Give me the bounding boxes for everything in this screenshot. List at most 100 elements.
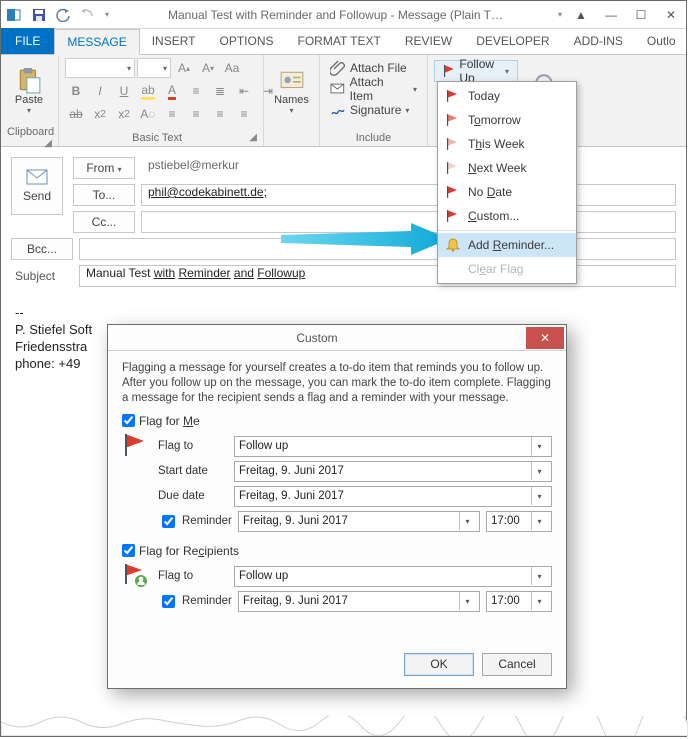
ribbon-tabs: FILE MESSAGE INSERT OPTIONS FORMAT TEXT … <box>1 29 686 55</box>
highlight-icon[interactable]: ab <box>137 81 159 101</box>
from-button[interactable]: From ▾ <box>73 157 135 179</box>
reminder-checkbox[interactable]: Reminder <box>158 512 232 531</box>
window-title: Manual Test with Reminder and Followup -… <box>117 8 554 22</box>
bullets-icon[interactable]: ≡ <box>185 81 207 101</box>
font-size-combo[interactable]: ▾ <box>137 58 171 78</box>
dialog-description: Flagging a message for yourself creates … <box>122 361 552 406</box>
ribbon-collapse-icon[interactable]: ▲ <box>566 2 596 28</box>
superscript-icon[interactable]: x2 <box>113 104 135 124</box>
numbering-icon[interactable]: ≣ <box>209 81 231 101</box>
names-label: Names <box>274 94 309 106</box>
bcc-button[interactable]: Bcc... <box>11 238 73 260</box>
subject-field[interactable]: Manual Test with Reminder and Followup <box>79 265 676 287</box>
change-case-icon[interactable]: Aa <box>221 58 243 78</box>
reminder-time-combo[interactable]: 17:00▾ <box>486 511 552 532</box>
minimize-button[interactable]: — <box>596 2 626 28</box>
maximize-button[interactable]: ☐ <box>626 2 656 28</box>
paste-button[interactable]: Paste ▾ <box>7 58 51 124</box>
ribbon-group-names: Names ▾ <box>264 55 320 146</box>
follow-up-button[interactable]: Follow Up ▾ <box>434 60 518 82</box>
dialog-title-bar: Custom ✕ <box>108 325 566 351</box>
flag-to-combo[interactable]: Follow up▾ <box>234 436 552 457</box>
undo-icon[interactable] <box>53 5 73 25</box>
save-icon[interactable] <box>29 5 49 25</box>
annotation-arrow-icon <box>281 221 451 261</box>
tab-options[interactable]: OPTIONS <box>208 28 286 54</box>
recipient-flag-icon <box>122 562 150 616</box>
bold-icon[interactable]: B <box>65 81 87 101</box>
close-button[interactable]: ✕ <box>656 2 686 28</box>
dropdown-item-next-week[interactable]: Next Week <box>438 156 576 180</box>
recipient-reminder-date-combo[interactable]: Freitag, 9. Juni 2017▾ <box>238 591 480 612</box>
from-value: pstiebel@merkur <box>141 157 676 179</box>
qat-customize-caret-icon[interactable]: ▾ <box>101 10 113 19</box>
decrease-indent-icon[interactable]: ⇤ <box>233 81 255 101</box>
tab-insert[interactable]: INSERT <box>140 28 208 54</box>
font-color-icon[interactable]: A <box>161 81 183 101</box>
underline-icon[interactable]: U <box>113 81 135 101</box>
flag-to-label: Flag to <box>158 440 228 452</box>
strikethrough-icon[interactable]: ab <box>65 104 87 124</box>
flag-for-recipients-checkbox[interactable]: Flag for Recipients <box>122 544 552 558</box>
dialog-close-button[interactable]: ✕ <box>526 327 564 349</box>
clipboard-dialog-launcher-icon[interactable]: ◢ <box>44 138 52 149</box>
follow-up-dropdown: Today Tomorrow This Week Next Week No Da… <box>437 81 577 284</box>
attach-item-label: Attach Item <box>350 75 409 103</box>
to-button[interactable]: To... <box>73 184 135 206</box>
cancel-button[interactable]: Cancel <box>482 653 552 676</box>
dropdown-item-today[interactable]: Today <box>438 84 576 108</box>
tab-review[interactable]: REVIEW <box>393 28 464 54</box>
ok-button[interactable]: OK <box>404 653 474 676</box>
dropdown-item-custom[interactable]: Custom... <box>438 204 576 228</box>
align-center-icon[interactable]: ≡ <box>185 104 207 124</box>
basic-text-dialog-launcher-icon[interactable]: ◢ <box>249 132 257 143</box>
dropdown-item-this-week[interactable]: This Week <box>438 132 576 156</box>
tab-file[interactable]: FILE <box>1 28 54 54</box>
align-right-icon[interactable]: ≡ <box>209 104 231 124</box>
basic-text-group-label: Basic Text <box>132 132 182 144</box>
paste-label: Paste <box>15 94 43 106</box>
quick-access-toolbar: ▾ <box>1 5 117 25</box>
dropdown-item-tomorrow[interactable]: Tomorrow <box>438 108 576 132</box>
to-field[interactable]: phil@codekabinett.de; <box>141 184 676 206</box>
signature-button[interactable]: Signature▾ <box>326 100 413 120</box>
ribbon: Paste ▾ Clipboard◢ ▾ ▾ A▴ A▾ Aa B I U <box>1 55 686 147</box>
reminder-date-combo[interactable]: Freitag, 9. Juni 2017▾ <box>238 511 480 532</box>
names-button[interactable]: Names ▾ <box>270 58 313 124</box>
torn-edge-decoration <box>1 716 688 736</box>
flag-for-me-checkbox[interactable]: Flag for Me <box>122 414 552 428</box>
italic-icon[interactable]: I <box>89 81 111 101</box>
justify-icon[interactable]: ≡ <box>233 104 255 124</box>
tab-format-text[interactable]: FORMAT TEXT <box>286 28 393 54</box>
align-left-icon[interactable]: ≡ <box>161 104 183 124</box>
outlook-message-window: ▾ Manual Test with Reminder and Followup… <box>0 0 687 737</box>
clipboard-group-label: Clipboard <box>7 126 54 138</box>
attach-item-button[interactable]: Attach Item▾ <box>326 79 421 99</box>
send-button[interactable]: Send <box>11 157 63 215</box>
clear-formatting-icon[interactable]: A◌ <box>137 104 159 124</box>
due-date-combo[interactable]: Freitag, 9. Juni 2017▾ <box>234 486 552 507</box>
recipient-reminder-time-combo[interactable]: 17:00▾ <box>486 591 552 612</box>
ribbon-group-include: Attach File Attach Item▾ Signature▾ Incl… <box>320 55 428 146</box>
include-group-label: Include <box>326 130 421 146</box>
shrink-font-icon[interactable]: A▾ <box>197 58 219 78</box>
dropdown-separator <box>438 230 576 231</box>
tabs-overflow[interactable]: Outlo <box>635 28 678 54</box>
dropdown-item-no-date[interactable]: No Date <box>438 180 576 204</box>
subscript-icon[interactable]: x2 <box>89 104 111 124</box>
send-label: Send <box>23 189 51 203</box>
grow-font-icon[interactable]: A▴ <box>173 58 195 78</box>
start-date-combo[interactable]: Freitag, 9. Juni 2017▾ <box>234 461 552 482</box>
tab-developer[interactable]: DEVELOPER <box>464 28 561 54</box>
recipient-reminder-checkbox[interactable]: Reminder <box>158 592 232 611</box>
recipient-flag-to-combo[interactable]: Follow up▾ <box>234 566 552 587</box>
tab-addins[interactable]: ADD-INS <box>562 28 635 54</box>
due-date-label: Due date <box>158 490 228 502</box>
custom-dialog: Custom ✕ Flagging a message for yourself… <box>107 324 567 689</box>
dropdown-item-add-reminder[interactable]: Add Reminder... <box>438 233 576 257</box>
title-overflow-caret-icon[interactable]: ▾ <box>554 10 566 19</box>
cc-button[interactable]: Cc... <box>73 211 135 233</box>
tab-message[interactable]: MESSAGE <box>54 29 139 55</box>
font-name-combo[interactable]: ▾ <box>65 58 135 78</box>
redo-icon[interactable] <box>77 5 97 25</box>
